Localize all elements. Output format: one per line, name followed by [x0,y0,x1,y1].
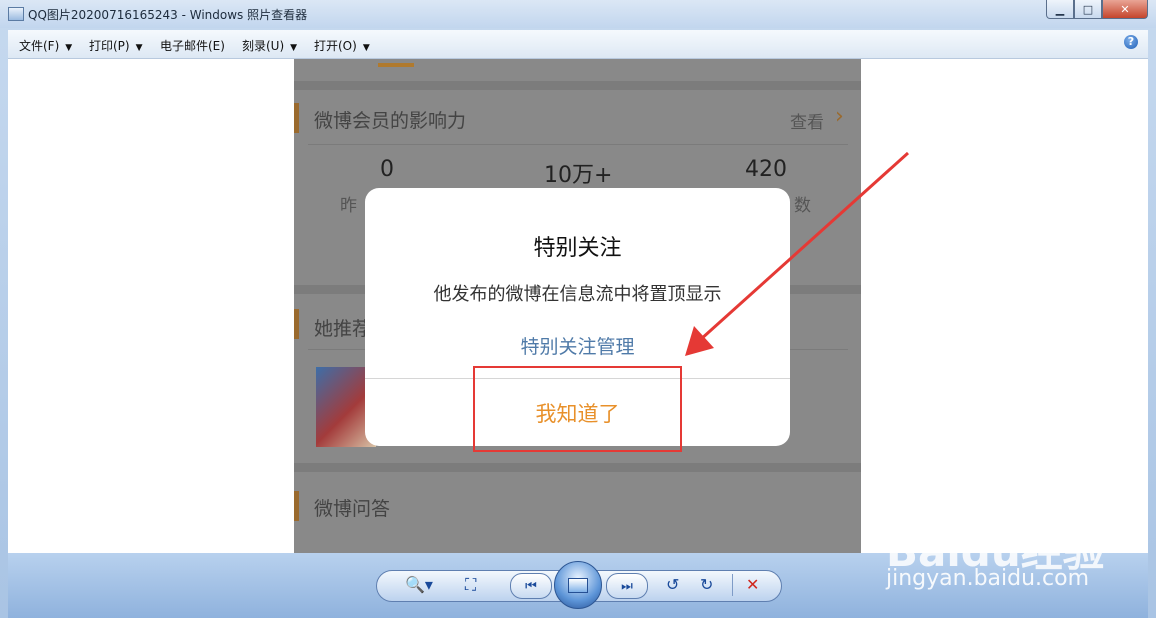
zoom-icon[interactable]: 🔍▾ [405,576,433,594]
slideshow-icon [568,577,588,593]
previous-button[interactable]: ⏮ [510,573,552,599]
next-button[interactable]: ⏭ [606,573,648,599]
rotate-ccw-icon[interactable]: ↺ [666,576,679,594]
slideshow-button[interactable] [554,561,602,609]
toolbar-divider [732,574,733,596]
delete-icon[interactable]: ✕ [746,576,759,594]
watermark-url: jingyan.baidu.com [886,566,1090,591]
next-icon: ⏭ [621,578,633,594]
photo-viewer-window: QQ图片20200716165243 - Windows 照片查看器 ▁ □ ✕… [0,0,1156,618]
actual-size-icon[interactable]: ⛶ [465,576,476,594]
previous-icon: ⏮ [525,578,537,594]
rotate-cw-icon[interactable]: ↻ [700,576,713,594]
